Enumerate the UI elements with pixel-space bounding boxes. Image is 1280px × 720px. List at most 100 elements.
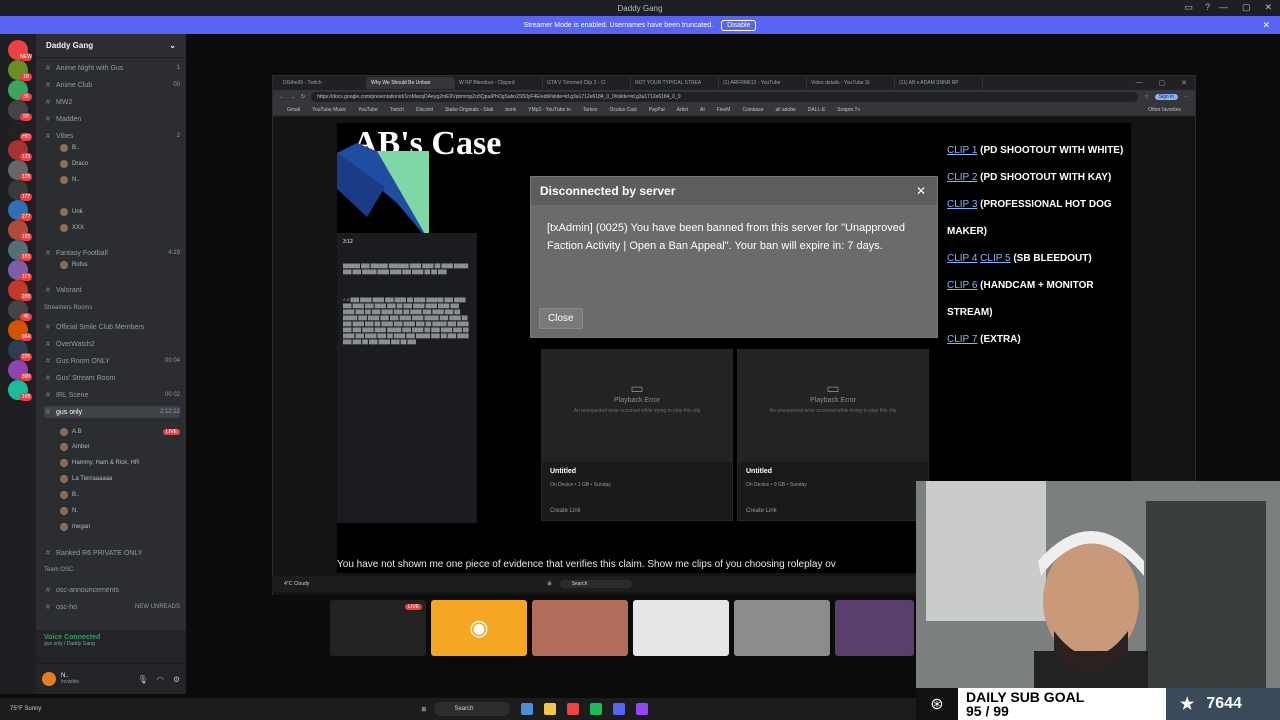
- bookmark-item[interactable]: YouTube: [358, 107, 378, 113]
- bookmark-item[interactable]: AI: [700, 107, 705, 113]
- browser-tab[interactable]: Why We Should Be Unban: [367, 77, 455, 89]
- clip-link[interactable]: CLIP 2: [947, 172, 977, 183]
- headphones-icon[interactable]: ◠: [157, 675, 164, 684]
- twitch-icon[interactable]: [636, 703, 649, 715]
- voice-user[interactable]: A.B LIVE: [60, 426, 180, 437]
- thumbnail-avatar[interactable]: [734, 600, 830, 656]
- bookmark-item[interactable]: PayPal: [649, 107, 665, 113]
- channel-item[interactable]: # osc-announcements: [44, 584, 180, 596]
- channel-item[interactable]: # Gus Room ONLY 00 04: [44, 355, 180, 367]
- thumbnail-avatar[interactable]: [633, 600, 729, 656]
- close-icon[interactable]: ✕: [1181, 79, 1187, 87]
- bookmark-item[interactable]: Twitch: [390, 107, 404, 113]
- sign-in-button[interactable]: Sign in: [1154, 94, 1178, 100]
- voice-user[interactable]: megan: [60, 521, 180, 532]
- voice-user[interactable]: Amber: [60, 441, 180, 452]
- close-banner-icon[interactable]: ✕: [1262, 20, 1270, 31]
- host-search[interactable]: Search: [434, 702, 511, 716]
- bookmark-item[interactable]: Soapm.Tv: [837, 107, 860, 113]
- channel-item[interactable]: # Anime Night with Gus 1: [44, 62, 180, 74]
- bookmark-item[interactable]: YouTube Music: [312, 107, 346, 113]
- channel-item[interactable]: # osc-ho NEW UNREADS: [44, 601, 180, 613]
- inbox-icon[interactable]: ▭: [1184, 2, 1193, 13]
- clip-link[interactable]: CLIP 1: [947, 145, 977, 156]
- bookmark-item[interactable]: FiveM: [717, 107, 731, 113]
- channel-item[interactable]: # Gus' Stream Room: [44, 372, 180, 384]
- channel-item[interactable]: # Ranked R6 PRIVATE ONLY: [44, 547, 180, 559]
- bookmark-item[interactable]: YMp3 - YouTube to: [528, 107, 571, 113]
- video-card-2[interactable]: ▭ Playback Error An unexpected error occ…: [737, 349, 929, 521]
- channel-item[interactable]: # Vibes 2: [44, 130, 180, 142]
- clip-link[interactable]: CLIP 3: [947, 199, 977, 210]
- chrome-icon[interactable]: [567, 703, 580, 715]
- browser-tab[interactable]: Video details - YouTube St: [807, 77, 895, 89]
- stream-search[interactable]: Search: [559, 580, 632, 588]
- clip-link[interactable]: CLIP 7: [947, 334, 977, 345]
- windows-icon[interactable]: ⊞: [547, 581, 551, 587]
- close-button[interactable]: Close: [539, 308, 583, 329]
- browser-tab[interactable]: (11) AB x ADAM SNNR RP: [895, 77, 983, 89]
- close-icon[interactable]: ✕: [911, 181, 931, 201]
- star-icon[interactable]: ☆: [1144, 94, 1148, 100]
- thumbnail-window[interactable]: LIVE: [330, 600, 426, 656]
- windows-icon[interactable]: ⊞: [421, 706, 426, 713]
- voice-user[interactable]: La Tierraaaaaa: [60, 473, 180, 484]
- channel-category[interactable]: Streamers Rooms: [44, 305, 92, 311]
- channel-item[interactable]: # gus only 2:12:22: [44, 406, 180, 418]
- guild-header[interactable]: Daddy Gang ⌄: [36, 34, 186, 58]
- create-link-button[interactable]: Create Link: [746, 508, 777, 514]
- video-card-1[interactable]: ▭ Playback Error An unexpected error occ…: [541, 349, 733, 521]
- create-link-button[interactable]: Create Link: [550, 508, 581, 514]
- browser-tab[interactable]: (1) ARFRM613 - YouTube: [719, 77, 807, 89]
- help-icon[interactable]: ?: [1205, 2, 1210, 13]
- channel-item[interactable]: # Fantasy Football 4:19: [44, 247, 180, 259]
- bookmark-item[interactable]: all adobe: [775, 107, 795, 113]
- menu-icon[interactable]: ⋯: [1184, 94, 1189, 100]
- bookmark-item[interactable]: Discord: [416, 107, 433, 113]
- clip-link[interactable]: CLIP 6: [947, 280, 977, 291]
- voice-user[interactable]: B..: [60, 489, 180, 500]
- voice-user[interactable]: Hammy, Ham & Rick, HR: [60, 457, 180, 468]
- minimize-icon[interactable]: —: [1219, 2, 1228, 13]
- voice-user[interactable]: Draco: [60, 158, 180, 169]
- clip-link[interactable]: CLIP 5: [980, 253, 1010, 264]
- bookmark-item[interactable]: Stake Originals - Stak: [445, 107, 493, 113]
- spotify-icon[interactable]: [590, 703, 603, 715]
- channel-item[interactable]: # MW2: [44, 96, 180, 108]
- voice-user[interactable]: N.: [60, 505, 180, 516]
- bookmark-item[interactable]: Coinbase: [742, 107, 763, 113]
- browser-tab[interactable]: GTA V Trimmed Clip 2 - Cl: [543, 77, 631, 89]
- maximize-icon[interactable]: ▢: [1159, 79, 1166, 87]
- channel-item[interactable]: # OverWatch2: [44, 338, 180, 350]
- discord-icon[interactable]: [613, 703, 626, 715]
- thumbnail-avatar[interactable]: [532, 600, 628, 656]
- bookmark-item[interactable]: DALL-E: [808, 107, 826, 113]
- bookmark-item[interactable]: bonk: [505, 107, 516, 113]
- back-icon[interactable]: ←: [279, 94, 284, 100]
- bookmark-item[interactable]: Tarkov: [583, 107, 598, 113]
- forward-icon[interactable]: →: [290, 94, 295, 100]
- voice-user[interactable]: B..: [60, 142, 180, 153]
- browser-tab[interactable]: NOT YOUR TYPICAL STREA: [631, 77, 719, 89]
- gear-icon[interactable]: ⚙: [173, 675, 180, 684]
- other-favorites[interactable]: Other favorites: [1148, 107, 1181, 113]
- browser-tab[interactable]: DGthe99 - Twitch: [279, 77, 367, 89]
- voice-user[interactable]: XXX: [60, 222, 180, 233]
- maximize-icon[interactable]: ▢: [1242, 2, 1251, 13]
- channel-item[interactable]: # Valorant: [44, 284, 180, 296]
- minimize-icon[interactable]: —: [1136, 79, 1143, 87]
- voice-user[interactable]: Rofus: [60, 259, 180, 270]
- disable-streamer-mode-button[interactable]: Disable: [721, 19, 757, 31]
- channel-item[interactable]: # IRL Scene 00 02: [44, 389, 180, 401]
- reload-icon[interactable]: ↻: [301, 94, 305, 100]
- bookmark-item[interactable]: Gmail: [287, 107, 300, 113]
- avatar[interactable]: [42, 672, 56, 686]
- channel-item[interactable]: # Official Smile Club Members: [44, 321, 180, 333]
- mic-icon[interactable]: 🎙: [138, 675, 148, 684]
- edge-icon[interactable]: [521, 703, 534, 715]
- url-input[interactable]: https://docs.google.com/presentation/d/1…: [311, 92, 1139, 102]
- close-icon[interactable]: ✕: [1264, 2, 1272, 13]
- folder-icon[interactable]: [544, 703, 557, 715]
- thumbnail-avatar[interactable]: [835, 600, 914, 656]
- channel-item[interactable]: # Anime Club 00: [44, 79, 180, 91]
